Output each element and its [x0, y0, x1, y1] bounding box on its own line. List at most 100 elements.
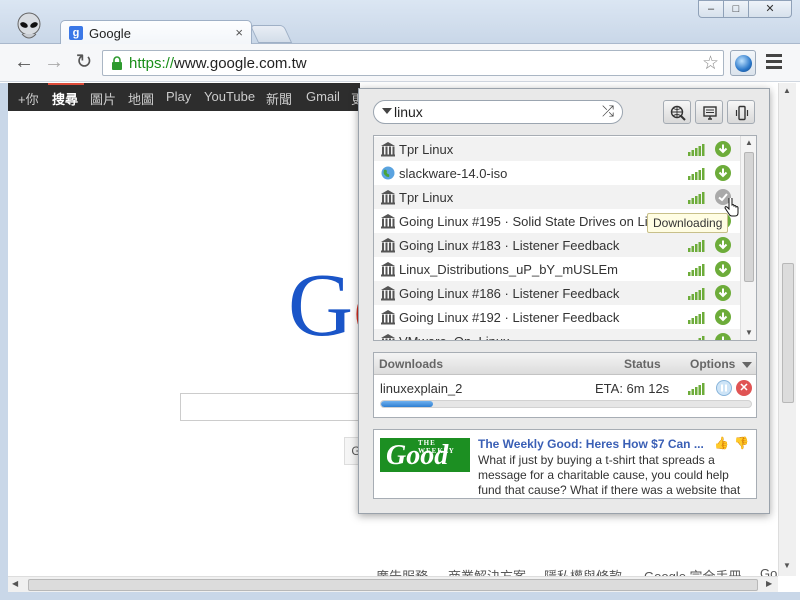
bookmark-star-icon[interactable]: ☆ — [702, 52, 719, 75]
gbar-item-news[interactable]: 新聞 — [266, 89, 292, 108]
extension-globe-icon — [735, 55, 752, 72]
desktop-button[interactable] — [695, 100, 723, 124]
result-row[interactable]: Going Linux #183 · Listener Feedback — [374, 233, 740, 257]
gbar-item-youtube[interactable]: YouTube — [204, 89, 255, 104]
alien-profile-icon[interactable] — [14, 12, 44, 42]
vertical-scroll-thumb[interactable] — [782, 263, 794, 403]
web-search-button[interactable] — [663, 100, 691, 124]
result-row[interactable]: Going Linux #192 · Listener Feedback — [374, 305, 740, 329]
results-scrollbar[interactable]: ▲ ▼ — [740, 136, 756, 340]
scroll-up-icon[interactable]: ▲ — [783, 86, 791, 95]
result-row[interactable]: Tpr Linux — [374, 137, 740, 161]
google-nav-bar: +你 搜尋 圖片 地圖 Play YouTube 新聞 Gmail 更 — [8, 83, 364, 111]
thumbs-down-icon[interactable]: 👎 — [734, 436, 749, 450]
minimize-button[interactable]: ‒ — [698, 0, 724, 18]
result-row[interactable]: VMware_On_Linux — [374, 329, 740, 340]
download-arrow-icon[interactable] — [715, 285, 731, 301]
download-arrow-icon[interactable] — [715, 333, 731, 340]
pause-icon[interactable] — [716, 380, 732, 396]
library-icon — [380, 141, 396, 157]
globe-icon — [380, 165, 396, 181]
signal-strength-icon — [688, 192, 706, 204]
download-arrow-icon[interactable] — [715, 261, 731, 277]
url-host: www.google.com.tw — [174, 55, 307, 72]
forward-arrow-icon[interactable]: → — [44, 52, 64, 72]
library-icon — [380, 189, 396, 205]
signal-strength-icon — [688, 312, 706, 324]
google-search-input[interactable] — [180, 393, 380, 421]
back-arrow-icon[interactable]: ← — [14, 52, 34, 72]
close-window-button[interactable]: ✕ — [748, 0, 792, 18]
download-arrow-icon[interactable] — [715, 141, 731, 157]
scroll-up-icon[interactable]: ▲ — [745, 138, 753, 147]
download-name: linuxexplain_2 — [380, 381, 463, 396]
cancel-icon[interactable]: ✕ — [736, 380, 752, 396]
scroll-right-icon[interactable]: ▶ — [766, 579, 772, 588]
download-arrow-icon[interactable] — [715, 165, 731, 181]
gbar-item-search[interactable]: 搜尋 — [52, 89, 78, 108]
result-title: VMware_On_Linux — [399, 334, 689, 340]
result-title: Going Linux #183 · Listener Feedback — [399, 238, 620, 253]
new-tab-button[interactable] — [249, 25, 293, 43]
scroll-down-icon[interactable]: ▼ — [783, 561, 791, 570]
result-row[interactable]: Tpr Linux — [374, 185, 740, 209]
result-title: slackware-14.0-iso — [399, 166, 508, 181]
result-row[interactable]: slackware-14.0-iso — [374, 161, 740, 185]
page-horizontal-scrollbar[interactable]: ◀ ▶ — [8, 576, 778, 592]
col-downloads: Downloads — [379, 357, 444, 371]
popup-search-input[interactable] — [394, 103, 584, 121]
tab-google[interactable]: g Google × — [60, 20, 252, 46]
signal-strength-icon — [688, 168, 706, 180]
extension-button[interactable] — [730, 50, 756, 76]
library-icon — [380, 237, 396, 253]
news-title[interactable]: The Weekly Good: Heres How $7 Can ... — [478, 437, 704, 451]
thumbs-up-icon[interactable]: 👍 — [714, 436, 729, 450]
signal-strength-icon — [688, 383, 705, 395]
reload-icon[interactable]: ↻ — [74, 52, 94, 72]
download-arrow-icon[interactable] — [715, 237, 731, 253]
gbar-item-plus[interactable]: +你 — [18, 89, 39, 108]
downloads-header: Downloads Status Options — [374, 353, 756, 375]
search-dropdown-icon[interactable] — [382, 108, 392, 114]
tab-close-icon[interactable]: × — [235, 25, 243, 40]
maximize-button[interactable]: □ — [723, 0, 749, 18]
search-go-icon[interactable]: ⤮ — [602, 103, 614, 120]
result-title: Going Linux #195 · Solid State Drives on… — [399, 214, 669, 229]
col-options[interactable]: Options — [690, 357, 735, 371]
gbar-item-play[interactable]: Play — [166, 89, 191, 104]
download-arrow-icon[interactable] — [715, 309, 731, 325]
weekly-good-logo: THE WEEKLY Good — [380, 438, 470, 472]
address-bar[interactable]: https://www.google.com.tw ☆ — [102, 50, 724, 76]
gbar-item-images[interactable]: 圖片 — [90, 89, 116, 108]
monitor-icon — [703, 106, 717, 120]
window-frame-left — [0, 83, 8, 593]
scroll-left-icon[interactable]: ◀ — [12, 579, 18, 588]
downloads-panel: Downloads Status Options linuxexplain_2 … — [373, 352, 757, 418]
google-favicon-icon: g — [69, 26, 83, 40]
scroll-down-icon[interactable]: ▼ — [745, 328, 753, 337]
mouse-cursor-icon — [724, 198, 739, 217]
mobile-button[interactable] — [727, 100, 755, 124]
result-row[interactable]: Linux_Distributions_uP_bY_mUSLEm — [374, 257, 740, 281]
results-scroll-thumb[interactable] — [744, 152, 754, 282]
options-dropdown-icon[interactable] — [742, 362, 752, 368]
popup-search-field[interactable]: ⤮ — [373, 100, 623, 124]
menu-icon[interactable] — [766, 54, 782, 70]
gbar-item-maps[interactable]: 地圖 — [128, 89, 154, 108]
library-icon — [380, 285, 396, 301]
phone-icon — [735, 105, 749, 121]
horizontal-scroll-thumb[interactable] — [28, 579, 758, 591]
browser-toolbar: ← → ↻ https://www.google.com.tw ☆ — [0, 44, 800, 82]
library-icon — [380, 213, 396, 229]
news-item[interactable]: THE WEEKLY Good The Weekly Good: Heres Ho… — [373, 429, 757, 499]
library-icon — [380, 309, 396, 325]
gbar-item-gmail[interactable]: Gmail — [306, 89, 340, 104]
page-vertical-scrollbar[interactable]: ▲ ▼ — [778, 83, 796, 576]
signal-strength-icon — [688, 264, 706, 276]
search-results-list: Tpr Linux slackware-14.0-iso Tpr Linux Goin… — [373, 135, 757, 341]
result-title: Tpr Linux — [399, 142, 454, 157]
result-row[interactable]: Going Linux #186 · Listener Feedback — [374, 281, 740, 305]
result-title: Tpr Linux — [399, 190, 454, 205]
download-progress-fill — [381, 401, 433, 407]
signal-strength-icon — [688, 240, 706, 252]
